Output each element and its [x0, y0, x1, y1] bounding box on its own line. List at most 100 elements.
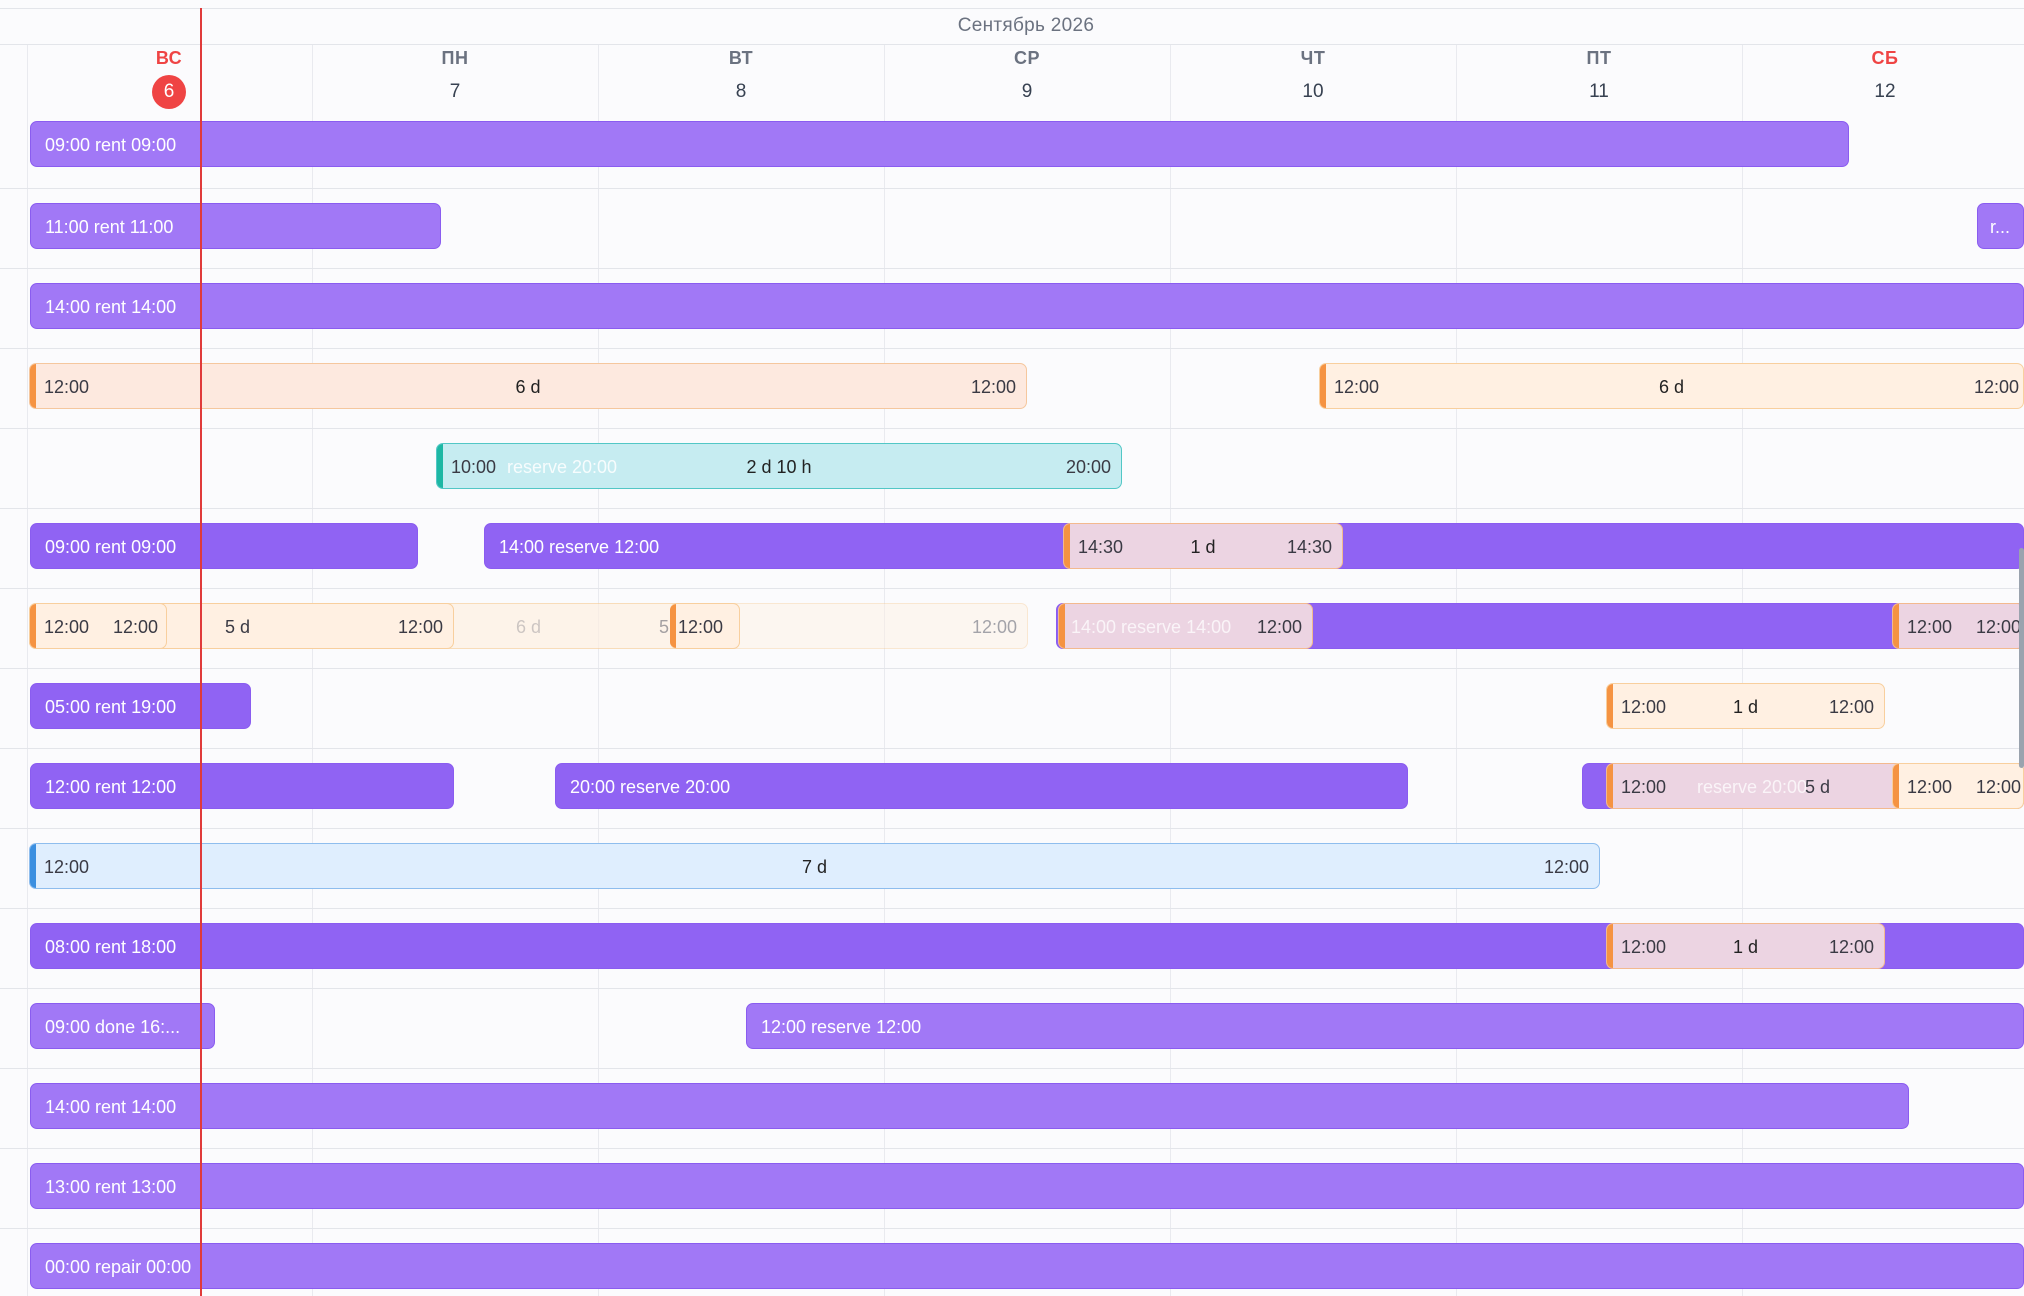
rent-bar[interactable]: 11:00 rent 11:00 [30, 203, 441, 249]
booking-start-time: 12:00 [1907, 777, 1953, 797]
booking-end-time: 12:00 [1828, 697, 1874, 717]
rent-label: 13:00 rent 13:00 [45, 1177, 177, 1197]
booking-bar[interactable]: 12:00 7 d 12:00 [29, 843, 1600, 889]
booking-duration: 6 d [1658, 377, 1685, 397]
booking-duration: 5 d [1805, 777, 1831, 797]
done-label: 09:00 done 16:... [45, 1017, 181, 1037]
booking-start-time: 12:00 [1907, 617, 1953, 637]
booking-bar[interactable]: 12:00 6 d 12:00 [1319, 363, 2024, 409]
booking-bar-end[interactable]: 12:00 [670, 603, 740, 649]
day-number: 7 [449, 81, 461, 102]
day-header-tue[interactable]: ВТ 8 [598, 48, 884, 109]
day-name: ВТ [728, 48, 754, 68]
row-divider [0, 268, 2024, 269]
done-bar[interactable]: 09:00 done 16:... [30, 1003, 215, 1049]
booking-end-time: 20:00 [1065, 457, 1111, 477]
day-header-fri[interactable]: ПТ 11 [1456, 48, 1742, 109]
day-number: 8 [735, 81, 747, 102]
booking-end-time: 12:00 [1828, 937, 1874, 957]
booking-end-time: 12:00 [1543, 857, 1589, 877]
booking-end-time: 12:00 [1256, 617, 1302, 637]
row-divider [0, 348, 2024, 349]
today-badge: 6 [152, 75, 186, 109]
rent-bar[interactable]: r... [1977, 203, 2024, 249]
month-divider [0, 44, 2024, 45]
day-number: 12 [1874, 81, 1896, 102]
day-header-wed[interactable]: СР 9 [884, 48, 1170, 109]
row-divider [0, 1068, 2024, 1069]
rent-bar[interactable]: 09:00 rent 09:00 [30, 523, 418, 569]
vertical-scrollbar[interactable] [2019, 548, 2024, 768]
day-header-thu[interactable]: ЧТ 10 [1170, 48, 1456, 109]
booking-end-time: 12:00 [970, 377, 1016, 397]
day-number: 10 [1302, 81, 1324, 102]
booking-start-time: 12:00 [1621, 777, 1667, 797]
rent-bar[interactable]: 12:00 rent 12:00 [30, 763, 454, 809]
booking-end-time: 12:00 [971, 617, 1017, 637]
booking-end-time: 12:00 [397, 617, 443, 637]
reserve-bar[interactable]: 12:00 reserve 12:00 [746, 1003, 2024, 1049]
day-header-mon[interactable]: ПН 7 [312, 48, 598, 109]
rent-label: 05:00 rent 19:00 [45, 697, 177, 717]
booking-timeline: Сентябрь 2026 ВС 6 ПН 7 ВТ 8 СР 9 ЧТ 10 … [0, 0, 2024, 1296]
reserve-bar[interactable]: 20:00 reserve 20:00 [555, 763, 1408, 809]
month-title: Сентябрь 2026 [957, 15, 1095, 36]
booking-start-time: 12:00 [44, 617, 90, 637]
booking-duration: 6 d [515, 377, 541, 397]
rent-label: 09:00 rent 09:00 [45, 135, 177, 155]
booking-end-time: 12:00 [1975, 617, 2021, 637]
day-name: СБ [1871, 48, 1899, 68]
row-divider [0, 668, 2024, 669]
booking-duration: 5 d [225, 617, 251, 637]
repair-bar[interactable]: 00:00 repair 00:00 [30, 1243, 2024, 1289]
booking-duration: 7 d [801, 857, 828, 877]
day-number: 9 [1021, 81, 1033, 102]
booking-bar[interactable]: 14:00 reserve 14:00 12:00 [1058, 603, 1313, 649]
booking-bar[interactable]: reserve 20:00 10:00 2 d 10 h 20:00 [436, 443, 1122, 489]
rent-label: r... [1990, 217, 2011, 237]
booking-bar[interactable]: 12:00 12:00 [1892, 603, 2024, 649]
rent-label: 09:00 rent 09:00 [45, 537, 177, 557]
row-divider [0, 588, 2024, 589]
day-header-sun[interactable]: ВС 6 [26, 48, 312, 109]
day-number: 11 [1589, 81, 1609, 102]
day-name: СР [1013, 48, 1040, 68]
day-name: ЧТ [1300, 48, 1326, 68]
row-divider [0, 1148, 2024, 1149]
booking-bar[interactable]: 12:00 12:00 [1892, 763, 2024, 809]
booking-bar[interactable]: 12:00 1 d 12:00 [1606, 923, 1885, 969]
rent-bar[interactable]: 09:00 rent 09:00 [30, 121, 1849, 167]
booking-end-time: 12:00 [112, 617, 158, 637]
booking-end-time: 12:00 [1975, 777, 2021, 797]
row-divider [0, 908, 2024, 909]
booking-bar[interactable]: 12:00 1 d 12:00 [1606, 683, 1885, 729]
booking-bar[interactable]: 12:00 12:00 [29, 603, 167, 649]
current-time-line [200, 8, 202, 1296]
row-divider [0, 188, 2024, 189]
row-divider [0, 748, 2024, 749]
rent-bar[interactable]: 14:00 rent 14:00 [30, 1083, 1909, 1129]
row-divider [0, 828, 2024, 829]
booking-bar[interactable]: 12:00 6 d 12:00 [29, 363, 1027, 409]
rent-bar[interactable]: 14:00 rent 14:00 [30, 283, 2024, 329]
day-name: ПТ [1586, 48, 1612, 68]
repair-label: 00:00 repair 00:00 [45, 1257, 192, 1277]
rent-label: 12:00 rent 12:00 [45, 777, 177, 797]
day-name: ПН [441, 48, 469, 68]
rent-label: 14:00 rent 14:00 [45, 1097, 177, 1117]
row-divider [0, 508, 2024, 509]
booking-bar[interactable]: 14:30 1 d 14:30 [1063, 523, 1343, 569]
day-name: ВС [155, 48, 183, 68]
grid-left-edge [27, 44, 28, 1296]
day-header-sat[interactable]: СБ 12 [1742, 48, 2024, 109]
reserve-label: 20:00 reserve 20:00 [570, 777, 731, 797]
rent-bar[interactable]: 05:00 rent 19:00 [30, 683, 251, 729]
rent-label: 08:00 rent 18:00 [45, 937, 177, 957]
hidden-reserve-label: 14:00 reserve 14:00 [1071, 617, 1232, 637]
hidden-reserve-label: reserve 20:00 [1697, 777, 1808, 797]
rent-label: 14:00 rent 14:00 [45, 297, 177, 317]
booking-end-time: 14:30 [1286, 537, 1332, 557]
rent-bar[interactable]: 13:00 rent 13:00 [30, 1163, 2024, 1209]
reserve-label: 14:00 reserve 12:00 [499, 537, 660, 557]
rent-label: 11:00 rent 11:00 [45, 217, 174, 237]
